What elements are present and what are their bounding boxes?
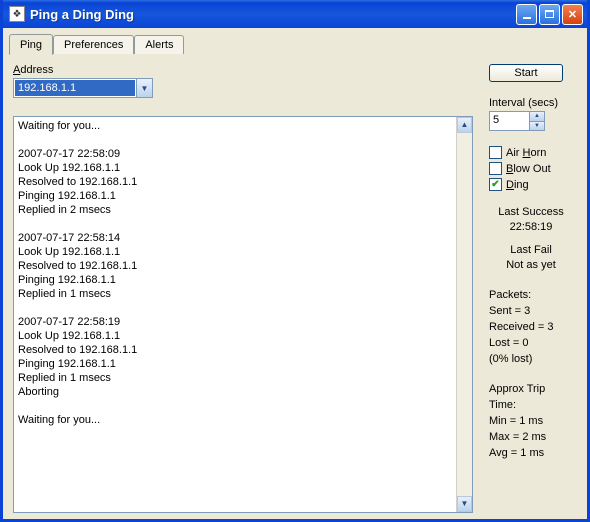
last-success-block: Last Success 22:58:19 bbox=[489, 205, 573, 235]
last-success-value: 22:58:19 bbox=[489, 220, 573, 235]
title-bar[interactable]: ❖ Ping a Ding Ding bbox=[3, 0, 587, 28]
tab-strip: Ping Preferences Alerts bbox=[9, 32, 581, 54]
trip-header: Approx Trip Time: bbox=[489, 381, 573, 413]
blowout-label: Blow Out bbox=[506, 163, 551, 175]
window-buttons bbox=[516, 4, 583, 25]
trip-block: Approx Trip Time: Min = 1 ms Max = 2 ms … bbox=[489, 381, 573, 461]
close-button[interactable] bbox=[562, 4, 583, 25]
tab-ping[interactable]: Ping bbox=[9, 34, 53, 55]
address-label: Address bbox=[13, 64, 473, 76]
last-fail-block: Last Fail Not as yet bbox=[489, 243, 573, 273]
airhorn-label: Air Horn bbox=[506, 147, 546, 159]
last-fail-value: Not as yet bbox=[489, 258, 573, 273]
trip-max: Max = 2 ms bbox=[489, 429, 573, 445]
packets-pct: (0% lost) bbox=[489, 351, 573, 367]
spinner-up-icon[interactable]: ▲ bbox=[530, 112, 544, 122]
app-window: ❖ Ping a Ding Ding Ping Preferences Aler… bbox=[0, 0, 590, 522]
log-textarea[interactable]: Waiting for you... 2007-07-17 22:58:09 L… bbox=[13, 116, 473, 513]
app-icon: ❖ bbox=[9, 6, 25, 22]
maximize-button[interactable] bbox=[539, 4, 560, 25]
trip-min: Min = 1 ms bbox=[489, 413, 573, 429]
scroll-up-icon[interactable]: ▲ bbox=[457, 117, 472, 133]
interval-spinner[interactable]: 5 ▲ ▼ bbox=[489, 111, 545, 131]
spinner-buttons: ▲ ▼ bbox=[529, 112, 544, 130]
ding-label: Ding bbox=[506, 179, 529, 191]
packets-sent: Sent = 3 bbox=[489, 303, 573, 319]
trip-avg: Avg = 1 ms bbox=[489, 445, 573, 461]
interval-value[interactable]: 5 bbox=[490, 112, 529, 130]
log-wrapper: Waiting for you... 2007-07-17 22:58:09 L… bbox=[13, 116, 473, 513]
tab-ping-label: Ping bbox=[20, 39, 42, 51]
minimize-button[interactable] bbox=[516, 4, 537, 25]
tab-preferences[interactable]: Preferences bbox=[53, 35, 134, 54]
checkbox-group: Air Horn Blow Out ✔ Ding bbox=[489, 143, 573, 191]
scroll-down-icon[interactable]: ▼ bbox=[457, 496, 472, 512]
address-combo[interactable]: 192.168.1.1 ▼ bbox=[13, 78, 153, 98]
ding-checkbox[interactable]: ✔ bbox=[489, 178, 502, 191]
packets-header: Packets: bbox=[489, 287, 573, 303]
airhorn-checkbox[interactable] bbox=[489, 146, 502, 159]
packets-block: Packets: Sent = 3 Received = 3 Lost = 0 … bbox=[489, 287, 573, 367]
airhorn-row[interactable]: Air Horn bbox=[489, 146, 573, 159]
log-content: Waiting for you... 2007-07-17 22:58:09 L… bbox=[18, 120, 137, 426]
scrollbar[interactable]: ▲ ▼ bbox=[456, 117, 472, 512]
blowout-row[interactable]: Blow Out bbox=[489, 162, 573, 175]
blowout-checkbox[interactable] bbox=[489, 162, 502, 175]
address-dropdown-button[interactable]: ▼ bbox=[136, 79, 152, 97]
tab-alerts-label: Alerts bbox=[145, 39, 173, 51]
packets-lost: Lost = 0 bbox=[489, 335, 573, 351]
start-button[interactable]: Start bbox=[489, 64, 563, 82]
interval-label: Interval (secs) bbox=[489, 97, 573, 109]
tab-preferences-label: Preferences bbox=[64, 39, 123, 51]
left-column: Address 192.168.1.1 ▼ Waiting for you...… bbox=[13, 64, 473, 513]
tab-alerts[interactable]: Alerts bbox=[134, 35, 184, 54]
spinner-down-icon[interactable]: ▼ bbox=[530, 122, 544, 131]
window-title: Ping a Ding Ding bbox=[30, 7, 516, 22]
last-fail-label: Last Fail bbox=[489, 243, 573, 258]
right-column: Start Interval (secs) 5 ▲ ▼ Air Horn bbox=[489, 64, 573, 513]
ding-row[interactable]: ✔ Ding bbox=[489, 178, 573, 191]
address-value[interactable]: 192.168.1.1 bbox=[15, 80, 135, 96]
client-area: Ping Preferences Alerts Address 192.168.… bbox=[3, 28, 587, 519]
packets-received: Received = 3 bbox=[489, 319, 573, 335]
last-success-label: Last Success bbox=[489, 205, 573, 220]
tab-body: Address 192.168.1.1 ▼ Waiting for you...… bbox=[9, 54, 581, 513]
